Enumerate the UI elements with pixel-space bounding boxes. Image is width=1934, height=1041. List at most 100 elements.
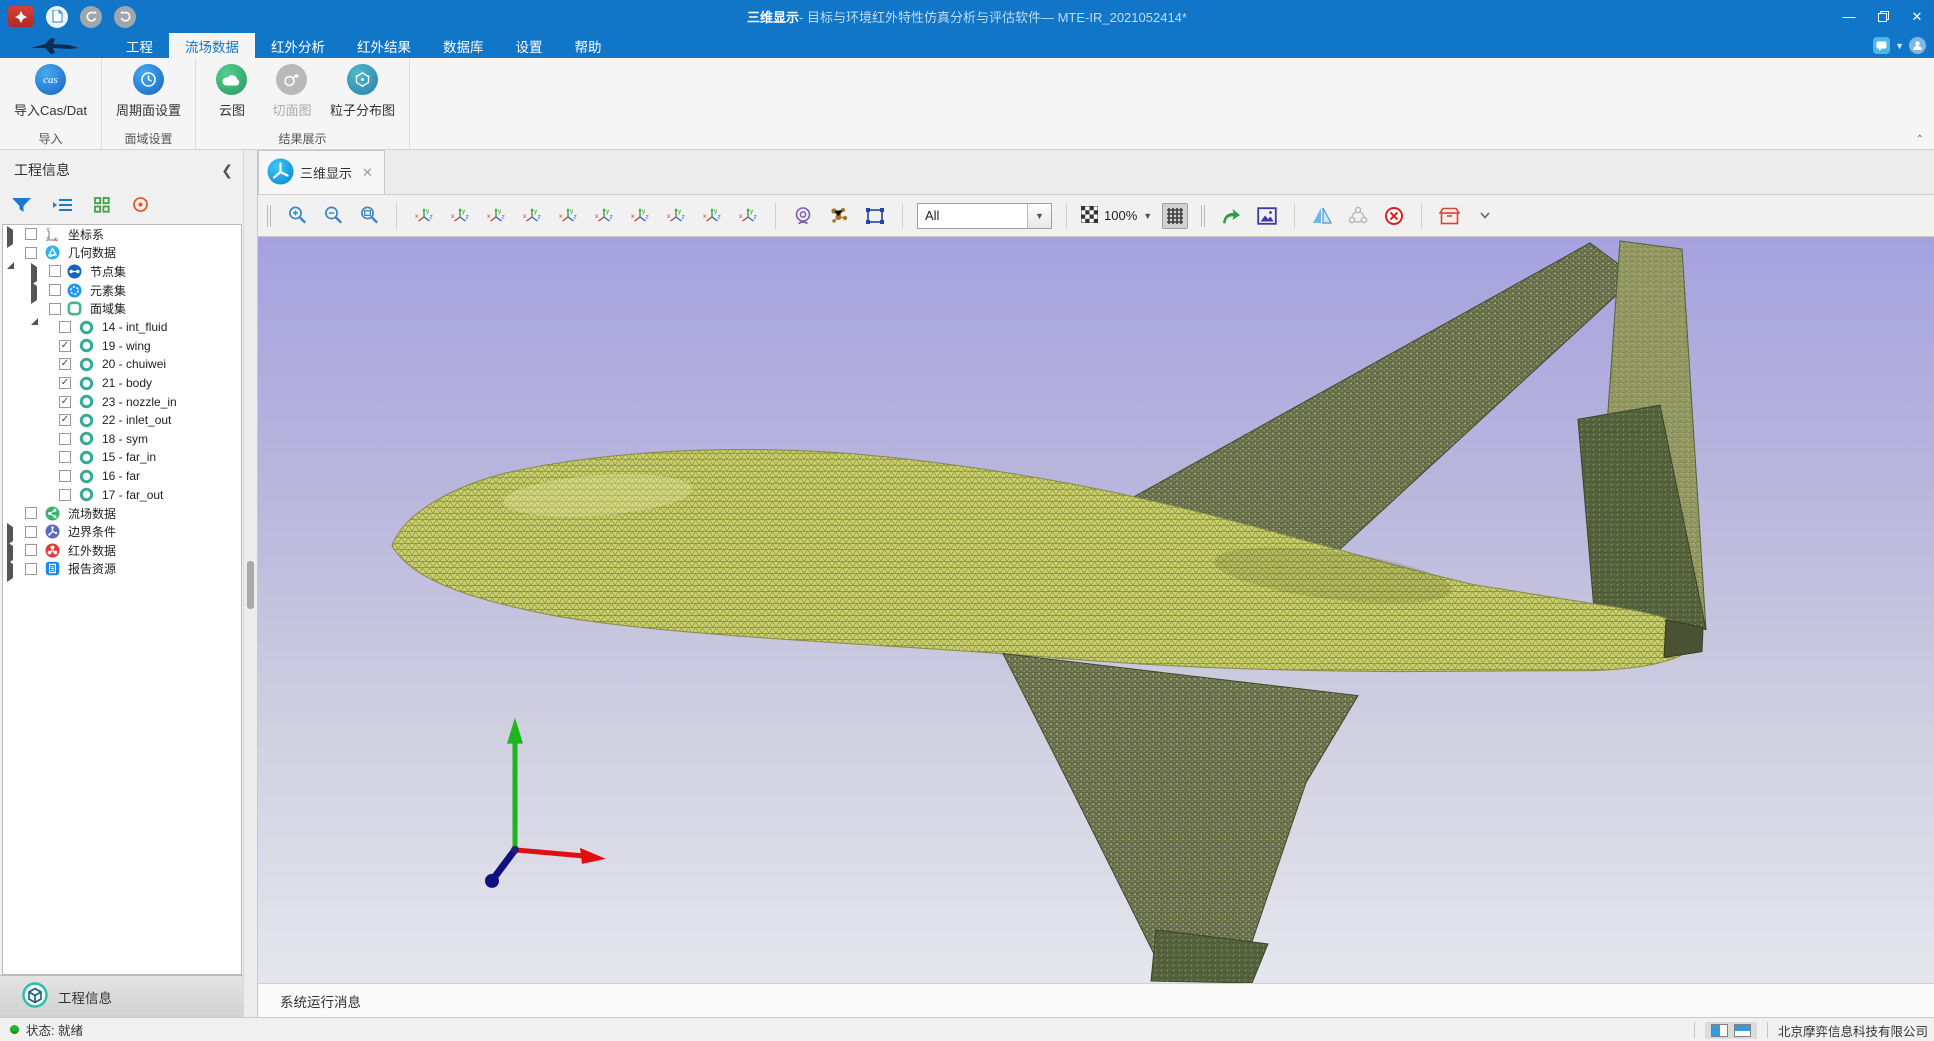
tree-checkbox[interactable] [59,451,71,463]
tree-checkbox[interactable] [25,507,37,519]
toolbar-drag-handle[interactable] [1201,205,1205,227]
menu-item-0[interactable]: 工程 [110,33,169,58]
panel-collapse-icon[interactable]: ❮ [221,162,233,179]
tree-checkbox[interactable]: ✓ [59,358,71,370]
view-right-icon[interactable]: xyz [519,203,545,229]
tree-item-22-inlet_out[interactable]: ✓22 - inlet_out [3,411,241,430]
tree-expand-icon[interactable] [31,286,40,295]
view-iso2-icon[interactable]: xyz [663,203,689,229]
viewport-3d[interactable] [258,237,1934,983]
tree-checkbox[interactable] [49,265,61,277]
menu-item-4[interactable]: 数据库 [427,33,500,58]
tree-item-18-sym[interactable]: 18 - sym [3,430,241,449]
opacity-control[interactable]: 100%▼ [1081,206,1152,226]
tree-checkbox[interactable] [49,284,61,296]
tree-item--[interactable]: 边界条件 [3,523,241,542]
package-icon[interactable] [1436,203,1462,229]
tree-checkbox[interactable]: ✓ [59,396,71,408]
tree-expand-icon[interactable] [7,564,16,573]
tree-item--[interactable]: 报告资源 [3,560,241,579]
tree-item-14-int_fluid[interactable]: 14 - int_fluid [3,318,241,337]
tree-item-19-wing[interactable]: ✓19 - wing [3,337,241,356]
tree-expand-icon[interactable] [7,546,16,555]
tree-item-15-far_in[interactable]: 15 - far_in [3,448,241,467]
tree-item-20-chuiwei[interactable]: ✓20 - chuiwei [3,355,241,374]
panel-splitter[interactable] [243,150,258,1017]
tree-expand-icon[interactable] [7,527,16,536]
tree-expand-icon[interactable] [7,248,16,257]
tree-item--[interactable]: 元素集 [3,281,241,300]
tree-item--[interactable]: 红外数据 [3,541,241,560]
menu-item-1[interactable]: 流场数据 [169,33,255,58]
collapse-list-icon[interactable] [53,198,72,215]
tab-close-icon[interactable]: ✕ [362,165,373,181]
ribbon-button-cloud[interactable]: 云图 [206,64,258,119]
view-back-icon[interactable]: xyz [447,203,473,229]
tree-checkbox[interactable] [59,489,71,501]
minimize-button[interactable]: — [1832,0,1866,33]
screenshot-icon[interactable] [1254,203,1280,229]
tree-item-23-nozzle_in[interactable]: ✓23 - nozzle_in [3,392,241,411]
mirror-icon[interactable] [1309,203,1335,229]
zoom-fit-icon[interactable] [356,203,382,229]
tree-checkbox[interactable] [59,433,71,445]
combo-dropdown-icon[interactable]: ▼ [1027,204,1051,228]
tree-item--[interactable]: 流场数据 [3,504,241,523]
view-iso1-icon[interactable]: xyz [627,203,653,229]
tree-expand-icon[interactable] [7,230,16,239]
tree-item-17-far_out[interactable]: 17 - far_out [3,485,241,504]
pin-icon[interactable] [8,6,34,27]
menu-item-5[interactable]: 设置 [500,33,559,58]
view-left-icon[interactable]: xyz [483,203,509,229]
toolbar-drag-handle[interactable] [267,205,271,227]
tree-checkbox[interactable] [25,563,37,575]
undo-icon[interactable] [80,6,102,28]
tree-checkbox[interactable]: ✓ [59,414,71,426]
ribbon-button-clock[interactable]: 周期面设置 [112,64,185,119]
tree-checkbox[interactable] [25,526,37,538]
tree-expand-icon[interactable] [31,304,40,313]
particles-icon[interactable] [826,203,852,229]
tree-item--[interactable]: 面域集 [3,299,241,318]
zoom-in-icon[interactable] [284,203,310,229]
menu-item-2[interactable]: 红外分析 [255,33,341,58]
display-filter-combo[interactable]: All▼ [917,203,1052,229]
export-icon[interactable] [1218,203,1244,229]
toggle-bottom-panel-icon[interactable] [1734,1024,1751,1037]
toggle-left-panel-icon[interactable] [1711,1024,1728,1037]
menu-item-6[interactable]: 帮助 [559,33,618,58]
tree-checkbox[interactable] [49,303,61,315]
tree-checkbox[interactable] [25,228,37,240]
new-document-icon[interactable] [46,6,68,28]
tree-checkbox[interactable]: ✓ [59,340,71,352]
user-icon[interactable] [1909,37,1926,54]
tree-checkbox[interactable] [59,470,71,482]
close-button[interactable]: ✕ [1900,0,1934,33]
view-iso3-icon[interactable]: xyz [699,203,725,229]
ribbon-button-cas[interactable]: cas导入Cas/Dat [10,64,91,119]
ribbon-button-particle[interactable]: 粒子分布图 [326,64,399,119]
zoom-out-icon[interactable] [320,203,346,229]
view-top-icon[interactable]: xyz [555,203,581,229]
view-iso4-icon[interactable]: xyz [735,203,761,229]
tree-item--[interactable]: 几何数据 [3,244,241,263]
chevron-down-icon[interactable] [1472,203,1498,229]
tree-checkbox[interactable]: ✓ [59,377,71,389]
delete-icon[interactable] [1381,203,1407,229]
grid-icon[interactable] [1162,203,1188,229]
tree-item-16-far[interactable]: 16 - far [3,467,241,486]
tree-checkbox[interactable] [59,321,71,333]
tree-item-21-body[interactable]: ✓21 - body [3,374,241,393]
camera-icon[interactable] [790,203,816,229]
filter-icon[interactable] [12,198,31,215]
panel-bottom-bar[interactable]: 工程信息 [0,975,243,1017]
opacity-dropdown-icon[interactable]: ▼ [1143,211,1152,221]
chat-icon[interactable] [1873,37,1890,54]
splitter-scrollbar-thumb[interactable] [247,561,254,609]
chevron-down-icon[interactable]: ▼ [1895,41,1904,51]
menu-item-3[interactable]: 红外结果 [341,33,427,58]
tree-checkbox[interactable] [25,247,37,259]
box-select-icon[interactable] [862,203,888,229]
view-bottom-icon[interactable]: xyz [591,203,617,229]
maximize-button[interactable] [1866,0,1900,33]
